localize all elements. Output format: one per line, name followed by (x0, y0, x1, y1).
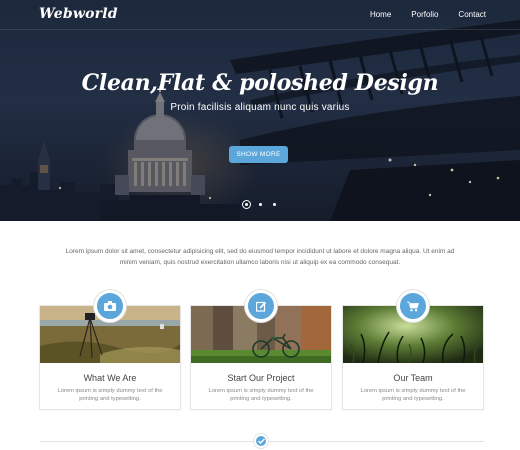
nav-home-link[interactable]: Home (370, 10, 391, 19)
hero-section: Webworld Home Porfolio Contact Clean,Fla… (0, 0, 520, 221)
nav-contact-link[interactable]: Contact (458, 10, 486, 19)
feature-card-our-team[interactable]: Our Team Lorem ipsum is simply dummy tex… (342, 290, 484, 410)
top-navbar: Webworld Home Porfolio Contact (0, 0, 520, 30)
slider-pagination (242, 200, 282, 210)
hero-title: Clean,Flat & poloshed Design (81, 70, 439, 96)
edit-icon[interactable] (245, 290, 277, 322)
feature-card-what-we-are[interactable]: What We Are Lorem ipsum is simply dummy … (39, 290, 181, 410)
feature-title: Start Our Project (227, 373, 295, 383)
feature-title: Our Team (393, 373, 433, 383)
feature-description: Lorem ipsum is simply dummy text of the … (57, 388, 163, 402)
check-icon (254, 434, 268, 448)
site-logo[interactable]: Webworld (39, 6, 118, 22)
feature-description: Lorem ipsum is simply dummy text of the … (208, 388, 314, 402)
hero-subtitle: Proin facilisis aliquam nunc quis varius (170, 102, 350, 113)
feature-description: Lorem ipsum is simply dummy text of the … (360, 388, 466, 402)
feature-card-start-our-project[interactable]: Start Our Project Lorem ipsum is simply … (190, 290, 332, 410)
slider-dot-1[interactable] (242, 200, 251, 209)
nav-links: Home Porfolio Contact (350, 10, 486, 19)
cart-icon[interactable] (397, 290, 429, 322)
slider-dot-2[interactable] (259, 203, 262, 206)
intro-text: Lorem ipsum dolor sit amet, consectetur … (65, 248, 455, 266)
slider-dot-3[interactable] (273, 203, 276, 206)
feature-title: What We Are (83, 373, 137, 383)
camera-icon[interactable] (94, 290, 126, 322)
nav-portfolio-link[interactable]: Porfolio (411, 10, 438, 19)
show-more-button[interactable]: SHOW MORE (229, 146, 288, 163)
